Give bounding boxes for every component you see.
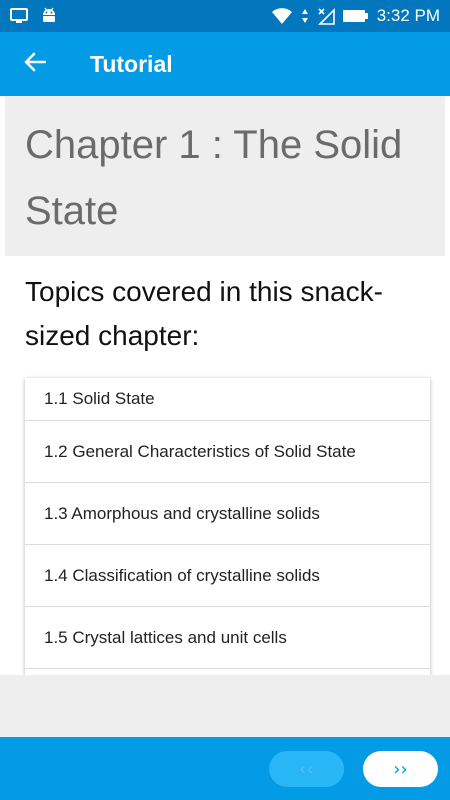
topic-item-1-2[interactable]: 1.2 General Characteristics of Solid Sta…: [25, 421, 430, 483]
arrow-back-icon: [24, 52, 47, 77]
topic-item-1-5[interactable]: 1.5 Crystal lattices and unit cells: [25, 607, 430, 669]
wifi-icon: [271, 7, 293, 25]
data-arrows-icon: [301, 8, 309, 24]
no-signal-icon: [317, 7, 335, 25]
status-time: 3:32 PM: [376, 6, 440, 25]
next-button[interactable]: ››: [363, 751, 438, 787]
status-bar: 3:32 PM: [0, 0, 450, 32]
page-title: Tutorial: [90, 50, 173, 77]
topics-heading: Topics covered in this snack-sized chapt…: [25, 276, 383, 351]
previous-button[interactable]: ‹‹: [269, 751, 344, 787]
chapter-title: Chapter 1 : The Solid State: [25, 123, 403, 233]
android-icon: [40, 7, 58, 25]
status-left-icons: [10, 7, 58, 25]
screen-cast-icon: [10, 8, 28, 24]
battery-icon: [342, 9, 369, 23]
topic-item-1-1[interactable]: 1.1 Solid State: [25, 378, 430, 421]
topic-list: 1.1 Solid State 1.2 General Characterist…: [25, 378, 430, 675]
status-right-icons: 3:32 PM: [271, 6, 440, 26]
back-button[interactable]: [0, 32, 70, 96]
content-bottom-area: [0, 675, 450, 737]
app-bar: Tutorial: [0, 32, 450, 96]
topic-item-1-4[interactable]: 1.4 Classification of crystalline solids: [25, 545, 430, 607]
bottom-nav-bar: ‹‹ ››: [0, 737, 450, 800]
chapter-header: Chapter 1 : The Solid State: [5, 96, 445, 256]
topic-item-1-3[interactable]: 1.3 Amorphous and crystalline solids: [25, 483, 430, 545]
